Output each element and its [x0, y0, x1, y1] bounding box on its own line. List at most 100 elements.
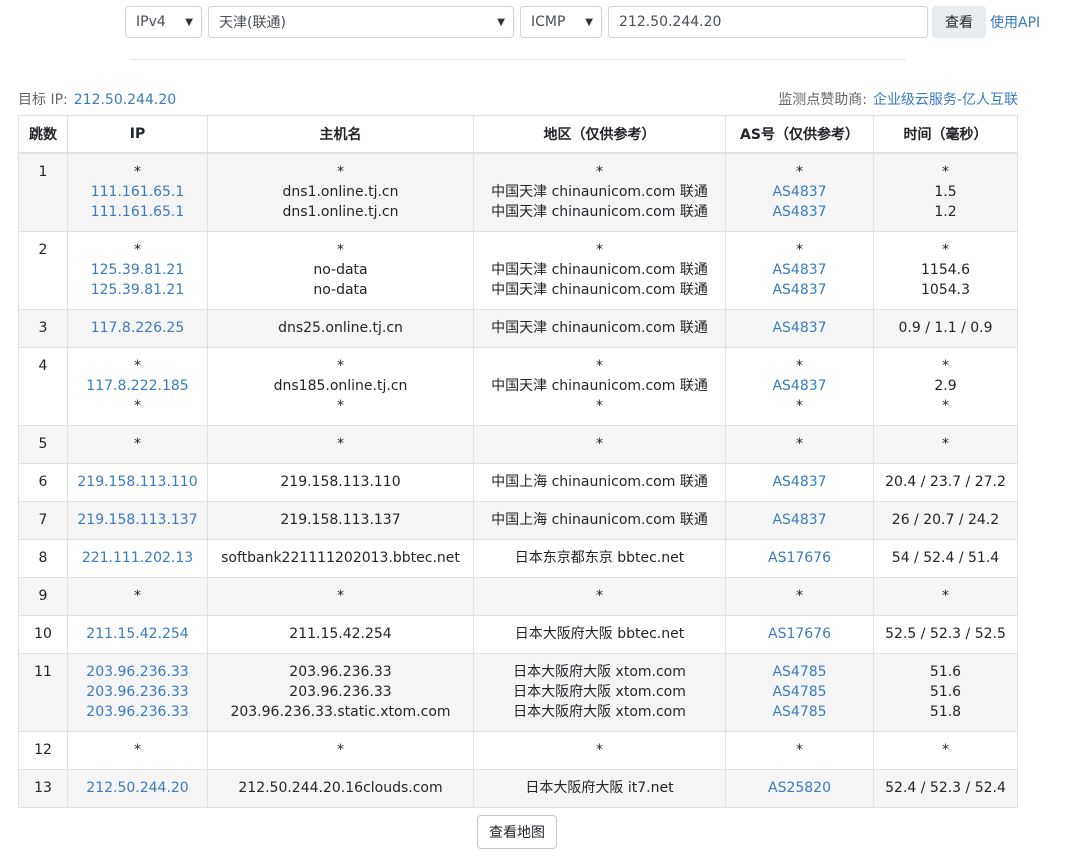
ip-link[interactable]: 212.50.244.20: [72, 778, 203, 798]
cell-hop: 3: [18, 309, 68, 348]
cell-as: *: [725, 731, 874, 770]
ip-version-value: IPv4: [136, 14, 166, 30]
cell-hop: 5: [18, 425, 68, 464]
as-link[interactable]: AS4785: [730, 662, 869, 682]
cell-region: * 中国天津 chinaunicom.com 联通 中国天津 chinaunicom…: [473, 231, 726, 310]
protocol-select[interactable]: ICMP ▼: [520, 6, 602, 38]
as-link[interactable]: AS4785: [730, 682, 869, 702]
as-link[interactable]: AS25820: [730, 778, 869, 798]
cell-region: *: [473, 577, 726, 616]
table-row: 2 * 125.39.81.21 125.39.81.21 * no-data no-dat…: [18, 231, 1018, 310]
hop-number: 7: [38, 512, 48, 528]
cell-time: 52.4 / 52.3 / 52.4: [873, 769, 1018, 808]
cell-as: * AS4837 AS4837: [725, 231, 874, 310]
cell-hop: 9: [18, 577, 68, 616]
ip-link[interactable]: 203.96.236.33: [72, 682, 203, 702]
cell-hop: 6: [18, 463, 68, 502]
ip-link[interactable]: 219.158.113.137: [72, 510, 203, 530]
hostname-text: *: [337, 436, 344, 452]
ip-link[interactable]: 111.161.65.1: [72, 202, 203, 222]
cell-hostname: 211.15.42.254: [207, 615, 474, 654]
time-text: 54 / 52.4 / 51.4: [891, 550, 1000, 566]
cell-time: 20.4 / 23.7 / 27.2: [873, 463, 1018, 502]
ip-link[interactable]: 203.96.236.33: [72, 662, 203, 682]
hostname-text: 203.96.236.33.static.xtom.com: [230, 704, 451, 720]
cell-hop: 11: [18, 653, 68, 732]
cell-ip: * 117.8.222.185 *: [67, 347, 208, 426]
chevron-down-icon: ▼: [497, 17, 505, 28]
ip-link[interactable]: 117.8.226.25: [72, 318, 203, 338]
chevron-down-icon: ▼: [585, 17, 593, 28]
ip-link[interactable]: 117.8.222.185: [72, 376, 203, 396]
ip-link[interactable]: 125.39.81.21: [72, 280, 203, 300]
as-link[interactable]: AS4837: [730, 472, 869, 492]
as-text: *: [796, 588, 803, 604]
ip-link[interactable]: 219.158.113.110: [72, 472, 203, 492]
hostname-text: dns185.online.tj.cn: [273, 378, 408, 394]
cell-region: * 中国天津 chinaunicom.com 联通 中国天津 chinaunicom…: [473, 152, 726, 232]
region-text: *: [596, 436, 603, 452]
api-link[interactable]: 使用API: [990, 12, 1040, 32]
as-link[interactable]: AS17676: [730, 548, 869, 568]
region-text: *: [596, 242, 603, 258]
time-text: *: [942, 242, 949, 258]
sponsor-link[interactable]: 企业级云服务-亿人互联: [873, 92, 1018, 108]
cell-ip: 219.158.113.137: [67, 501, 208, 540]
ip-text: *: [134, 242, 141, 258]
ip-link[interactable]: 211.15.42.254: [72, 624, 203, 644]
cell-region: *: [473, 731, 726, 770]
as-text: *: [796, 242, 803, 258]
cell-hostname: * dns185.online.tj.cn *: [207, 347, 474, 426]
ip-text: *: [134, 164, 141, 180]
as-link[interactable]: AS4837: [730, 260, 869, 280]
region-text: 中国天津 chinaunicom.com 联通: [491, 204, 708, 220]
target-input[interactable]: 212.50.244.20: [608, 6, 928, 38]
time-text: 51.6: [929, 664, 962, 680]
ip-link[interactable]: 221.111.202.13: [72, 548, 203, 568]
header-ip: IP: [67, 115, 208, 154]
ip-link[interactable]: 111.161.65.1: [72, 182, 203, 202]
cell-region: 中国天津 chinaunicom.com 联通: [473, 309, 726, 348]
hostname-text: 219.158.113.137: [280, 512, 401, 528]
as-link[interactable]: AS4837: [730, 318, 869, 338]
query-button[interactable]: 查看: [932, 6, 986, 38]
region-text: 中国天津 chinaunicom.com 联通: [491, 320, 708, 336]
region-text: 日本大阪府大阪 xtom.com: [513, 684, 686, 700]
as-link[interactable]: AS4837: [730, 510, 869, 530]
as-link[interactable]: AS17676: [730, 624, 869, 644]
hostname-text: dns1.online.tj.cn: [282, 184, 399, 200]
as-link[interactable]: AS4837: [730, 376, 869, 396]
table-row: 1 * 111.161.65.1 111.161.65.1 * dns1.online.t…: [18, 152, 1018, 232]
ip-version-select[interactable]: IPv4 ▼: [125, 6, 202, 38]
cell-ip: * 111.161.65.1 111.161.65.1: [67, 152, 208, 232]
hop-number: 6: [38, 474, 48, 490]
table-header-row: 跳数 IP 主机名 地区（仅供参考） AS号（仅供参考） 时间（毫秒）: [18, 115, 1018, 154]
as-link[interactable]: AS4837: [730, 280, 869, 300]
query-form: IPv4 ▼ 天津(联通) ▼ ICMP ▼ 212.50.244.20 查看: [125, 6, 986, 38]
time-text: 1054.3: [921, 282, 970, 298]
time-text: *: [942, 164, 949, 180]
ip-link[interactable]: 203.96.236.33: [72, 702, 203, 722]
time-text: *: [942, 742, 949, 758]
header-region: 地区（仅供参考）: [473, 115, 726, 154]
hop-number: 8: [38, 550, 48, 566]
as-link[interactable]: AS4837: [730, 182, 869, 202]
cell-time: * 1154.6 1054.3: [873, 231, 1018, 310]
table-row: 4 * 117.8.222.185 * * dns185.online.tj.cn * * 中国…: [18, 347, 1018, 426]
cell-as: AS17676: [725, 539, 874, 578]
as-link[interactable]: AS4837: [730, 202, 869, 222]
view-map-button[interactable]: 查看地图: [477, 815, 557, 849]
cell-hostname: * no-data no-data: [207, 231, 474, 310]
cell-ip: 219.158.113.110: [67, 463, 208, 502]
hop-number: 13: [34, 780, 52, 796]
cell-as: * AS4837 AS4837: [725, 152, 874, 232]
cell-hop: 10: [18, 615, 68, 654]
region-text: 中国天津 chinaunicom.com 联通: [491, 282, 708, 298]
cell-region: 中国上海 chinaunicom.com 联通: [473, 501, 726, 540]
ip-link[interactable]: 125.39.81.21: [72, 260, 203, 280]
as-link[interactable]: AS4785: [730, 702, 869, 722]
ip-text: *: [134, 398, 141, 414]
header-as: AS号（仅供参考）: [725, 115, 874, 154]
node-select[interactable]: 天津(联通) ▼: [208, 6, 514, 38]
cell-ip: 212.50.244.20: [67, 769, 208, 808]
